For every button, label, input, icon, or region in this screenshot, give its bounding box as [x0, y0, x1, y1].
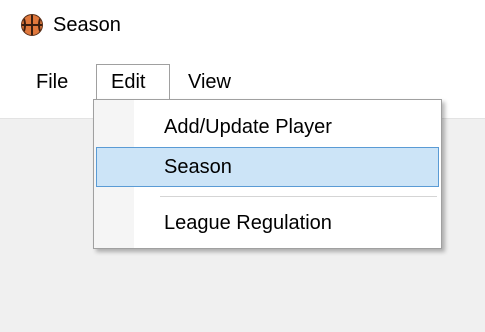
menu-file[interactable]: File: [36, 68, 68, 96]
menu-item-label: Add/Update Player: [164, 116, 332, 138]
window-title: Season: [53, 14, 121, 36]
app-window: Season File Edit View Add/Update Player …: [0, 0, 485, 332]
menu-view[interactable]: View: [188, 68, 231, 96]
menu-item-label: Season: [164, 156, 232, 178]
menu-item-label: League Regulation: [164, 212, 332, 234]
menu-separator: [160, 196, 437, 197]
basketball-icon: [21, 14, 43, 36]
menu-item-season[interactable]: Season: [96, 147, 439, 187]
menu-item-league-regulation[interactable]: League Regulation: [96, 203, 439, 243]
title-bar: Season: [0, 0, 485, 54]
menu-edit-label: Edit: [111, 71, 146, 93]
menu-item-add-update-player[interactable]: Add/Update Player: [96, 107, 439, 147]
edit-dropdown-menu: Add/Update Player Season League Regulati…: [93, 99, 442, 249]
menu-edit[interactable]: Edit: [96, 64, 170, 100]
